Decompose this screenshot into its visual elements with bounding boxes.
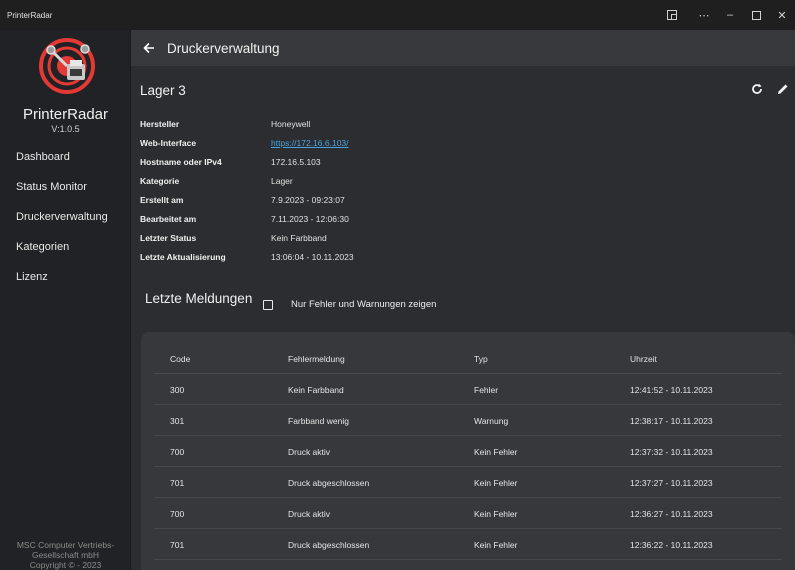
cell-code: 701 (170, 539, 185, 550)
detail-row-letzter-status: Letzter Status Kein Farbband (140, 228, 354, 247)
column-header-uhrzeit[interactable]: Uhrzeit (630, 354, 657, 364)
detail-label: Erstellt am (140, 194, 184, 205)
table-row[interactable]: 700 Druck aktiv Kein Fehler 12:36:27 - 1… (154, 499, 782, 529)
cell-code: 301 (170, 415, 185, 426)
detail-value: Lager (271, 175, 293, 186)
cell-time: 12:38:17 - 10.11.2023 (630, 415, 713, 426)
refresh-icon[interactable] (748, 80, 766, 98)
compact-overlay-icon[interactable] (659, 0, 685, 30)
back-arrow-icon[interactable] (131, 42, 167, 54)
window-titlebar: PrinterRadar ⋯ – ✕ (0, 0, 795, 30)
cell-time: 12:37:27 - 10.11.2023 (630, 477, 713, 488)
sidebar-item-lizenz[interactable]: Lizenz (0, 262, 131, 292)
cell-message: Druck abgeschlossen (288, 477, 370, 488)
footer-line: Copyright © - 2023 (29, 560, 102, 570)
detail-label: Web-Interface (140, 137, 197, 148)
detail-label: Kategorie (140, 175, 180, 186)
sidebar-footer: MSC Computer Vertriebs- Gesellschaft mbH… (0, 540, 131, 570)
maximize-icon[interactable] (743, 0, 769, 30)
errors-only-filter[interactable]: Nur Fehler und Warnungen zeigen (263, 299, 436, 310)
table-row[interactable]: 701 Druck abgeschlossen Kein Fehler 12:3… (154, 530, 782, 560)
detail-row-hostname: Hostname oder IPv4 172.16.5.103 (140, 152, 354, 171)
detail-label: Hersteller (140, 118, 180, 129)
printer-details: Hersteller Honeywell Web-Interface https… (140, 114, 354, 266)
detail-label: Letzte Aktualisierung (140, 251, 226, 262)
printerradar-logo (39, 38, 95, 94)
cell-code: 701 (170, 477, 185, 488)
sidebar-item-kategorien[interactable]: Kategorien (0, 232, 131, 262)
page-title: Druckerverwaltung (167, 40, 280, 56)
detail-value: 172.16.5.103 (271, 156, 321, 167)
sidebar-item-druckerverwaltung[interactable]: Druckerverwaltung (0, 202, 131, 232)
cell-message: Kein Farbband (288, 384, 344, 395)
detail-row-hersteller: Hersteller Honeywell (140, 114, 354, 133)
brand-name: PrinterRadar (22, 106, 109, 123)
cell-code: 300 (170, 384, 185, 395)
errors-only-checkbox[interactable] (263, 299, 273, 310)
sidebar-item-dashboard[interactable]: Dashboard (0, 142, 131, 172)
cell-message: Farbband wenig (288, 415, 349, 426)
table-row[interactable]: 700 Druck aktiv Kein Fehler 12:37:32 - 1… (154, 437, 782, 467)
cell-message: Druck aktiv (288, 446, 331, 457)
detail-row-erstellt: Erstellt am 7.9.2023 - 09:23:07 (140, 190, 354, 209)
cell-code: 700 (170, 508, 185, 519)
detail-row-web-interface: Web-Interface https://172.16.6.103/ (140, 133, 354, 152)
printer-detail-view: Lager 3 Hersteller Honeywell Web-Interfa… (131, 66, 795, 570)
cell-time: 12:37:32 - 10.11.2023 (630, 446, 713, 457)
detail-label: Bearbeitet am (140, 213, 197, 224)
table-row[interactable]: 301 Farbband wenig Warnung 12:38:17 - 10… (154, 406, 782, 436)
detail-row-bearbeitet: Bearbeitet am 7.11.2023 - 12:06:30 (140, 209, 354, 228)
cell-type: Kein Fehler (474, 539, 518, 550)
window-title: PrinterRadar (7, 10, 53, 20)
table-row[interactable]: 300 Kein Farbband Fehler 12:41:52 - 10.1… (154, 375, 782, 405)
footer-line: Gesellschaft mbH (31, 550, 100, 560)
table-row[interactable]: 701 Druck abgeschlossen Kein Fehler 12:3… (154, 468, 782, 498)
close-icon[interactable]: ✕ (769, 0, 795, 30)
web-interface-link[interactable]: https://172.16.6.103/ (271, 138, 349, 148)
detail-label: Hostname oder IPv4 (140, 156, 222, 167)
cell-message: Druck aktiv (288, 508, 331, 519)
printer-name: Lager 3 (140, 83, 186, 98)
cell-type: Kein Fehler (474, 508, 518, 519)
column-header-typ[interactable]: Typ (474, 354, 488, 364)
messages-table: Code Fehlermeldung Typ Uhrzeit 300 Kein … (141, 332, 795, 570)
cell-code: 700 (170, 446, 185, 457)
table-header-row: Code Fehlermeldung Typ Uhrzeit (154, 344, 782, 374)
sidebar-item-status-monitor[interactable]: Status Monitor (0, 172, 131, 202)
cell-type: Kein Fehler (474, 477, 518, 488)
detail-value: 13:06:04 - 10.11.2023 (271, 251, 354, 262)
cell-message: Druck abgeschlossen (288, 539, 370, 550)
minimize-icon[interactable]: – (717, 0, 743, 30)
detail-row-letzte-aktualisierung: Letzte Aktualisierung 13:06:04 - 10.11.2… (140, 247, 354, 266)
column-header-fehlermeldung[interactable]: Fehlermeldung (288, 354, 345, 364)
footer-line: MSC Computer Vertriebs- (16, 540, 115, 550)
detail-value: Honeywell (271, 118, 311, 129)
errors-only-label[interactable]: Nur Fehler und Warnungen zeigen (291, 299, 436, 310)
cell-type: Warnung (474, 415, 509, 426)
detail-label: Letzter Status (140, 232, 197, 243)
sidebar: PrinterRadar V:1.0.5 Dashboard Status Mo… (0, 30, 131, 570)
messages-section-title: Letzte Meldungen (145, 291, 253, 306)
edit-pencil-icon[interactable] (774, 80, 792, 98)
sidebar-nav: Dashboard Status Monitor Druckerverwaltu… (0, 142, 131, 292)
detail-value: 7.11.2023 - 12:06:30 (271, 213, 349, 224)
more-icon[interactable]: ⋯ (691, 0, 717, 30)
version-label: V:1.0.5 (51, 124, 80, 134)
cell-time: 12:36:27 - 10.11.2023 (630, 508, 713, 519)
detail-value: Kein Farbband (271, 232, 327, 243)
detail-row-kategorie: Kategorie Lager (140, 171, 354, 190)
app-bar: Druckerverwaltung (131, 30, 795, 66)
column-header-code[interactable]: Code (170, 354, 190, 364)
detail-value: 7.9.2023 - 09:23:07 (271, 194, 345, 205)
cell-time: 12:36:22 - 10.11.2023 (630, 539, 713, 550)
cell-type: Fehler (474, 384, 499, 395)
cell-type: Kein Fehler (474, 446, 518, 457)
cell-time: 12:41:52 - 10.11.2023 (630, 384, 713, 395)
